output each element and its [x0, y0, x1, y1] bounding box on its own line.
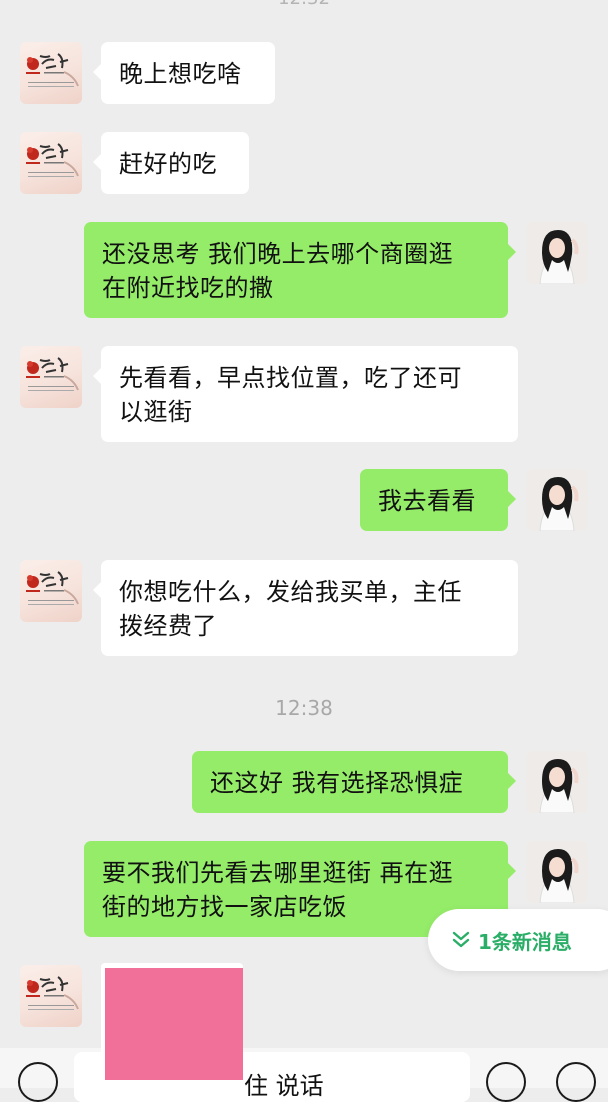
message-text-line: 以逛街: [119, 398, 193, 426]
new-messages-button[interactable]: 1条新消息: [428, 909, 608, 971]
message-text: 晚上想吃啥: [119, 60, 242, 88]
message-text: 我去看看: [378, 487, 476, 515]
received-message-bubble[interactable]: 晚上想吃啥: [93, 42, 275, 104]
my-avatar[interactable]: [526, 841, 588, 903]
message-text-line: 拨经费了: [119, 612, 217, 640]
received-message-bubble[interactable]: 先看看，早点找位置，吃了还可 以逛街: [93, 346, 518, 442]
message-text-line: 要不我们先看去哪里逛街 再在逛: [102, 859, 454, 887]
image-message[interactable]: [101, 963, 243, 1080]
double-chevron-down-icon: [452, 931, 470, 948]
sent-message-bubble[interactable]: 我去看看: [360, 469, 516, 531]
contact-avatar[interactable]: [20, 346, 82, 408]
new-messages-label: 1条新消息: [478, 929, 572, 954]
contact-avatar[interactable]: [20, 132, 82, 194]
message-text-line: 还没思考 我们晚上去哪个商圈逛: [102, 240, 454, 268]
message-text-line: 你想吃什么，发给我买单，主任: [119, 578, 462, 606]
received-message-bubble[interactable]: 你想吃什么，发给我买单，主任 拨经费了: [93, 560, 518, 656]
status-time-partial: 12:32: [0, 0, 608, 9]
my-avatar[interactable]: [526, 222, 588, 284]
my-avatar[interactable]: [526, 469, 588, 531]
plus-icon[interactable]: [556, 1062, 596, 1102]
voice-icon[interactable]: [18, 1062, 58, 1102]
my-avatar[interactable]: [526, 751, 588, 813]
image-thumbnail: [105, 968, 243, 1080]
message-text-line: 先看看，早点找位置，吃了还可: [119, 364, 462, 392]
contact-avatar[interactable]: [20, 42, 82, 104]
message-text-line: 在附近找吃的撒: [102, 274, 274, 302]
hold-to-talk-label: 住 说话: [244, 1072, 324, 1100]
message-text-line: 街的地方找一家店吃饭: [102, 893, 347, 921]
sent-message-bubble[interactable]: 还这好 我有选择恐惧症: [192, 751, 516, 813]
message-text: 赶好的吃: [119, 150, 217, 178]
sent-message-bubble[interactable]: 还没思考 我们晚上去哪个商圈逛 在附近找吃的撒: [84, 222, 516, 318]
emoji-icon[interactable]: [486, 1062, 526, 1102]
contact-avatar[interactable]: [20, 560, 82, 622]
received-message-bubble[interactable]: 赶好的吃: [93, 132, 249, 194]
contact-avatar[interactable]: [20, 965, 82, 1027]
message-text: 还这好 我有选择恐惧症: [210, 769, 464, 797]
chat-timestamp: 12:38: [275, 696, 333, 720]
